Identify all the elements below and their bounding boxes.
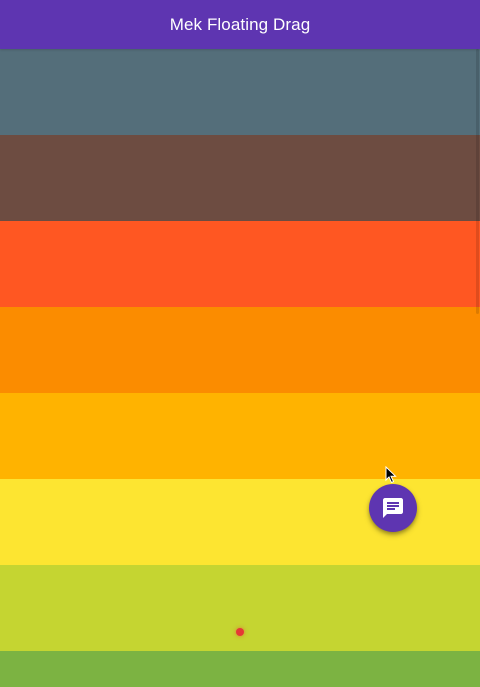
message-icon [383, 498, 403, 518]
color-band-amber[interactable] [0, 393, 480, 479]
floating-action-button[interactable] [369, 484, 417, 532]
color-band-light-green[interactable] [0, 651, 480, 687]
mouse-pointer-icon [385, 466, 397, 484]
color-band-orange[interactable] [0, 307, 480, 393]
app-title: Mek Floating Drag [169, 14, 311, 34]
color-band-brown[interactable] [0, 135, 480, 221]
color-list[interactable] [0, 49, 480, 687]
color-band-lime[interactable] [0, 565, 480, 651]
color-band-deep-orange[interactable] [0, 221, 480, 307]
app-bar: Mek Floating Drag [0, 0, 480, 49]
color-band-blue-grey[interactable] [0, 49, 480, 135]
touch-indicator [236, 628, 244, 636]
scrollbar[interactable] [476, 49, 479, 314]
